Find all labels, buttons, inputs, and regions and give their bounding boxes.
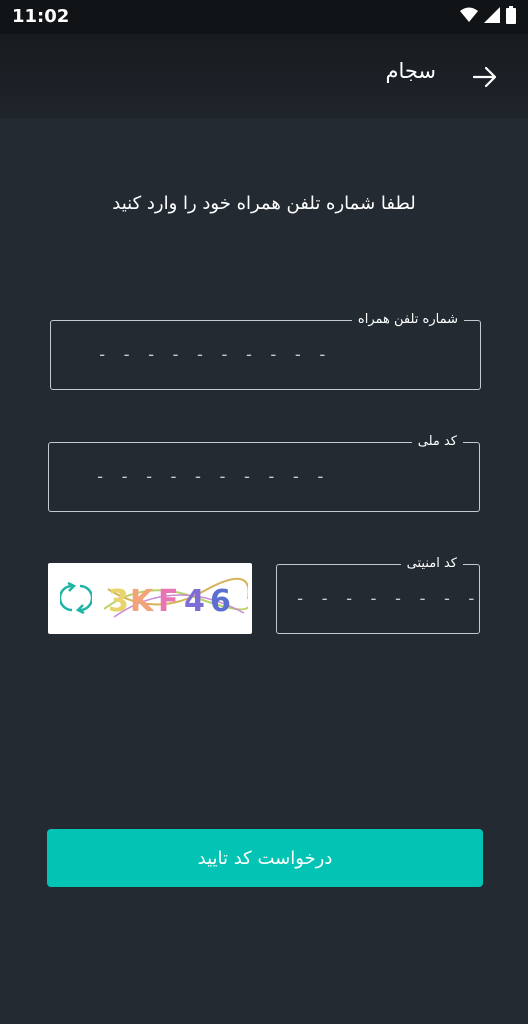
app-bar: سجام [0,34,528,118]
phone-input[interactable] [51,321,480,389]
security-code-input[interactable] [277,565,479,633]
phone-field: شماره تلفن همراه [50,310,481,390]
signal-icon [484,7,500,27]
captcha-image: 3 K F 4 6 [103,569,250,629]
national-code-input[interactable] [49,443,479,511]
svg-text:4: 4 [184,584,205,619]
status-bar: 11:02 [0,0,528,34]
svg-text:6: 6 [210,584,231,619]
request-code-button[interactable]: درخواست کد تایید [47,829,483,887]
battery-icon [506,6,516,28]
captcha-box: 3 K F 4 6 [48,563,252,634]
national-code-field: کد ملی [48,432,480,512]
svg-text:F: F [158,584,179,619]
instruction-text: لطفا شماره تلفن همراه خود را وارد کنید [112,193,416,214]
status-icons [460,6,516,28]
arrow-right-icon[interactable] [472,64,498,90]
app-title: سجام [385,59,436,83]
svg-text:K: K [130,584,155,619]
svg-text:3: 3 [108,584,129,619]
security-code-field: کد امنیتی [276,554,480,634]
refresh-icon[interactable] [58,580,94,616]
wifi-icon [460,7,478,27]
status-time: 11:02 [12,6,70,27]
